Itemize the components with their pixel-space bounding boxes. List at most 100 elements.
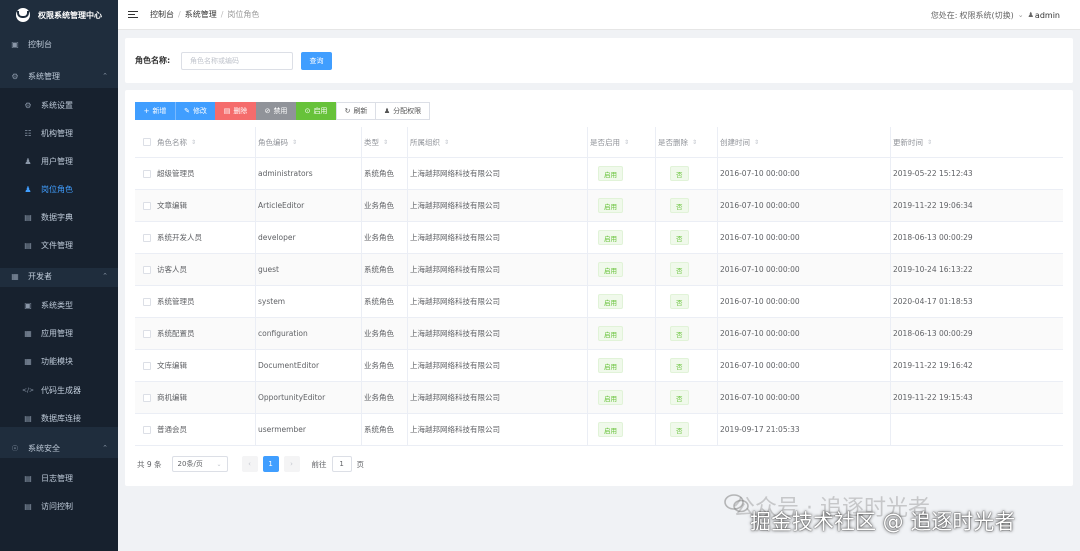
sidebar-item-0[interactable]: ▣ 控制台 [0, 33, 118, 55]
gear-icon: ⚙ [11, 71, 19, 81]
column-header-enabled[interactable]: 是否启用 ⇕ [590, 127, 629, 157]
column-header-name[interactable]: 角色名称 ⇕ [157, 127, 196, 157]
goto-label: 前往 [311, 459, 327, 469]
sidebar-item-16[interactable]: ▤ 访问控制 [0, 495, 118, 517]
column-header-created[interactable]: 创建时间 ⇕ [720, 127, 759, 157]
sidebar-item-1[interactable]: ⚙ 系统管理 ⌃ [0, 65, 118, 87]
sort-icon[interactable]: ⇕ [191, 139, 196, 146]
enabled-tag: 启用 [598, 262, 623, 277]
table-row[interactable]: 系统开发人员 developer 业务角色 上海越邦网络科技有限公司 启用 否 2016-0… [135, 222, 1063, 254]
add-button[interactable]: + 新增 [135, 102, 175, 120]
row-checkbox[interactable] [143, 329, 151, 338]
table-row[interactable]: 文库编辑 DocumentEditor 业务角色 上海越邦网络科技有限公司 启用 否 201… [135, 350, 1063, 382]
chevron-down-icon[interactable]: ⌄ [1018, 11, 1024, 19]
system-switch-link[interactable]: 权限系统(切换) [960, 10, 1014, 21]
sort-icon[interactable]: ⇕ [754, 139, 759, 146]
sort-icon[interactable]: ⇕ [444, 139, 449, 146]
query-button[interactable]: 查询 [301, 51, 332, 70]
location-label: 您处在: [930, 10, 958, 20]
sidebar-item-11[interactable]: ▦ 功能模块 [0, 350, 118, 372]
sort-icon[interactable]: ⇕ [927, 139, 932, 146]
column-header-type[interactable]: 类型 ⇕ [364, 127, 388, 157]
prev-page-button[interactable]: ‹ [241, 456, 258, 472]
sort-icon[interactable]: ⇕ [624, 139, 629, 146]
cell-name: 超级管理员 [157, 169, 195, 178]
brand[interactable]: 权限系统管理中心 [0, 0, 118, 30]
column-header-deleted[interactable]: 是否删除 ⇕ [658, 127, 697, 157]
org-tree-icon: ☷ [24, 128, 32, 138]
table-row[interactable]: 超级管理员 administrators 系统角色 上海越邦网络科技有限公司 启用 否 20… [135, 158, 1063, 190]
page-number-current[interactable]: 1 [262, 456, 279, 472]
sidebar-item-7[interactable]: ▤ 文件管理 [0, 234, 118, 256]
access-icon: ▤ [24, 501, 32, 511]
cell-code: OpportunityEditor [258, 393, 326, 402]
goto-page-input[interactable]: 1 [331, 456, 352, 472]
sidebar-item-label: 岗位角色 [41, 184, 73, 194]
user-icon: ♟ [24, 156, 32, 166]
row-checkbox[interactable] [143, 425, 151, 434]
table-row[interactable]: 系统配置员 configuration 业务角色 上海越邦网络科技有限公司 启用 否 201… [135, 318, 1063, 350]
breadcrumb: 控制台 / 系统管理 / 岗位角色 [150, 9, 260, 20]
cell-created: 2016-07-10 00:00:00 [720, 265, 800, 274]
refresh-button[interactable]: ↻ 刷新 [336, 102, 376, 120]
sidebar-item-6[interactable]: ▤ 数据字典 [0, 206, 118, 228]
delete-button[interactable]: ▤ 删除 [215, 102, 256, 120]
role-search-input[interactable] [181, 51, 293, 70]
disable-button[interactable]: ⊘ 禁用 [256, 102, 296, 120]
select-all-checkbox[interactable] [143, 138, 151, 146]
row-checkbox[interactable] [143, 361, 151, 370]
sidebar-item-8[interactable]: ▦ 开发者 ⌃ [0, 265, 118, 287]
menu-toggle-icon[interactable] [128, 10, 138, 19]
assign-permission-button[interactable]: ♟ 分配权限 [376, 102, 430, 120]
sort-icon[interactable]: ⇕ [692, 139, 697, 146]
column-header-org[interactable]: 所属组织 ⇕ [410, 127, 449, 157]
cell-created: 2016-07-10 00:00:00 [720, 169, 800, 178]
cell-code: ArticleEditor [258, 201, 305, 210]
cell-type: 系统角色 [364, 265, 394, 274]
sidebar-item-4[interactable]: ♟ 用户管理 [0, 150, 118, 172]
sidebar-item-label: 系统设置 [41, 100, 73, 110]
sidebar-item-5[interactable]: ♟ 岗位角色 [0, 178, 118, 200]
sidebar-item-2[interactable]: ⚙ 系统设置 [0, 94, 118, 116]
row-checkbox[interactable] [143, 169, 151, 178]
deleted-tag: 否 [670, 294, 689, 309]
column-header-code[interactable]: 角色编码 ⇕ [258, 127, 297, 157]
cell-updated: 2019-11-22 19:06:34 [893, 201, 973, 210]
sidebar-item-13[interactable]: ▤ 数据库连接 [0, 407, 118, 429]
edit-button[interactable]: ✎ 修改 [175, 102, 215, 120]
row-checkbox[interactable] [143, 297, 151, 306]
sidebar-item-label: 机构管理 [41, 128, 73, 138]
user-menu[interactable]: admin [1035, 11, 1060, 20]
row-checkbox[interactable] [143, 201, 151, 210]
sidebar-item-9[interactable]: ▣ 系统类型 [0, 294, 118, 316]
sidebar-item-3[interactable]: ☷ 机构管理 [0, 122, 118, 144]
file-icon: ▤ [24, 240, 32, 250]
cell-org: 上海越邦网络科技有限公司 [410, 265, 500, 274]
breadcrumb-item-current: 岗位角色 [227, 10, 260, 19]
table-row[interactable]: 系统管理员 system 系统角色 上海越邦网络科技有限公司 启用 否 2016-07-10… [135, 286, 1063, 318]
table-row[interactable]: 访客人员 guest 系统角色 上海越邦网络科技有限公司 启用 否 2016-07-10 0… [135, 254, 1063, 286]
breadcrumb-item-dashboard[interactable]: 控制台 [150, 9, 174, 20]
sidebar-item-14[interactable]: ☉ 系统安全 ⌃ [0, 437, 118, 459]
row-checkbox[interactable] [143, 393, 151, 402]
table-row[interactable]: 文章编辑 ArticleEditor 业务角色 上海越邦网络科技有限公司 启用 否 2016… [135, 190, 1063, 222]
column-header-updated[interactable]: 更新时间 ⇕ [893, 127, 932, 157]
next-page-button[interactable]: › [283, 456, 300, 472]
sort-icon[interactable]: ⇕ [292, 139, 297, 146]
enable-button[interactable]: ⊙ 启用 [296, 102, 336, 120]
sort-icon[interactable]: ⇕ [383, 139, 388, 146]
table-row[interactable]: 普通会员 usermember 系统角色 上海越邦网络科技有限公司 启用 否 2019-09… [135, 414, 1063, 446]
sidebar-item-15[interactable]: ▤ 日志管理 [0, 467, 118, 489]
sidebar-item-label: 数据字典 [41, 212, 73, 222]
page-size-select[interactable]: 20条/页 ⌄ [171, 456, 228, 472]
row-checkbox[interactable] [143, 233, 151, 242]
database-icon: ▤ [24, 413, 32, 423]
table-row[interactable]: 商机编辑 OpportunityEditor 业务角色 上海越邦网络科技有限公司 启用 否… [135, 382, 1063, 414]
cell-updated: 2018-06-13 00:00:29 [893, 233, 973, 242]
row-checkbox[interactable] [143, 265, 151, 274]
breadcrumb-item-system[interactable]: 系统管理 [185, 9, 217, 20]
top-header: 控制台 / 系统管理 / 岗位角色 您处在: 权限系统(切换) ⌄ ♟ admi… [118, 0, 1080, 30]
sidebar-item-10[interactable]: ▦ 应用管理 [0, 322, 118, 344]
log-icon: ▤ [24, 473, 32, 483]
sidebar-item-12[interactable]: </> 代码生成器 [0, 379, 118, 401]
